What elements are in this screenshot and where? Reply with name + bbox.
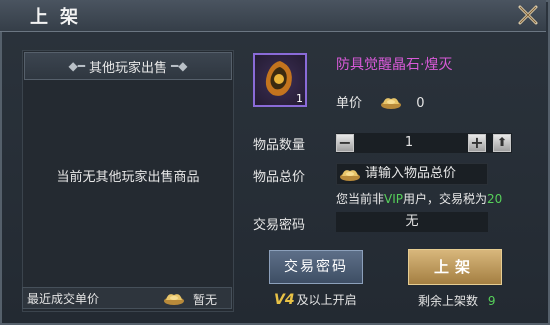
trade-password-value: 无 (336, 212, 488, 232)
unit-price-value: 0 (416, 96, 425, 111)
recent-price-label: 最近成交单价 (27, 291, 100, 306)
remaining-value: 9 (487, 294, 496, 308)
tax-note: 您当前非VIP用户，交易税为20 (336, 190, 502, 207)
ornament-right-icon: ━◆ (171, 59, 188, 73)
increase-button[interactable]: + (468, 134, 486, 152)
title-bar: 上架 (0, 0, 546, 32)
other-sellers-header: ◆━ 其他玩家出售 ━◆ (24, 52, 232, 80)
max-quantity-button[interactable]: ⬆ (493, 134, 511, 152)
item-slot[interactable]: 1 (253, 53, 307, 107)
quantity-value[interactable]: 1 (356, 135, 462, 150)
tax-note-prefix: 您当前非 (336, 192, 385, 206)
empty-list-text: 当前无其他玩家出售商品 (56, 170, 200, 185)
total-price-label: 物品总价 (253, 170, 306, 185)
list-item-button[interactable]: 上架 (408, 249, 502, 285)
trade-password-button[interactable]: 交易密码 (269, 250, 363, 284)
remaining-label: 剩余上架数 (418, 294, 479, 308)
total-price-field[interactable] (336, 163, 488, 185)
item-name: 防具觉醒晶石·煌灭 (336, 57, 453, 73)
recent-price-value: 暂无 (193, 293, 218, 307)
remaining-listings: 剩余上架数 9 (418, 292, 495, 309)
vip-requirement-note: V4 及以上开启 (274, 291, 357, 308)
unit-price-label: 单价 (336, 96, 363, 111)
trade-password-label: 交易密码 (253, 218, 306, 233)
close-icon[interactable] (516, 3, 540, 27)
ornament-left-icon: ◆━ (68, 59, 85, 73)
tax-note-mid: 用户，交易税为 (403, 192, 488, 206)
unit-price-row: 单价 0 (336, 92, 425, 114)
item-count: 1 (296, 92, 303, 105)
recent-price-row: 最近成交单价 暂无 (22, 287, 232, 309)
gold-ingot-icon (380, 94, 402, 114)
tax-rate: 20 (487, 192, 503, 206)
window-title: 上架 (30, 7, 90, 28)
vip-requirement-text: 及以上开启 (296, 293, 357, 307)
vip-badge-icon: V4 (274, 291, 295, 308)
total-price-input[interactable] (365, 166, 483, 181)
tax-note-vip: VIP (384, 192, 403, 206)
gold-ingot-icon (163, 290, 185, 309)
gold-ingot-icon (339, 166, 361, 186)
decrease-button[interactable]: − (336, 134, 354, 152)
quantity-label: 物品数量 (253, 138, 306, 153)
other-sellers-title: 其他玩家出售 (88, 60, 167, 76)
